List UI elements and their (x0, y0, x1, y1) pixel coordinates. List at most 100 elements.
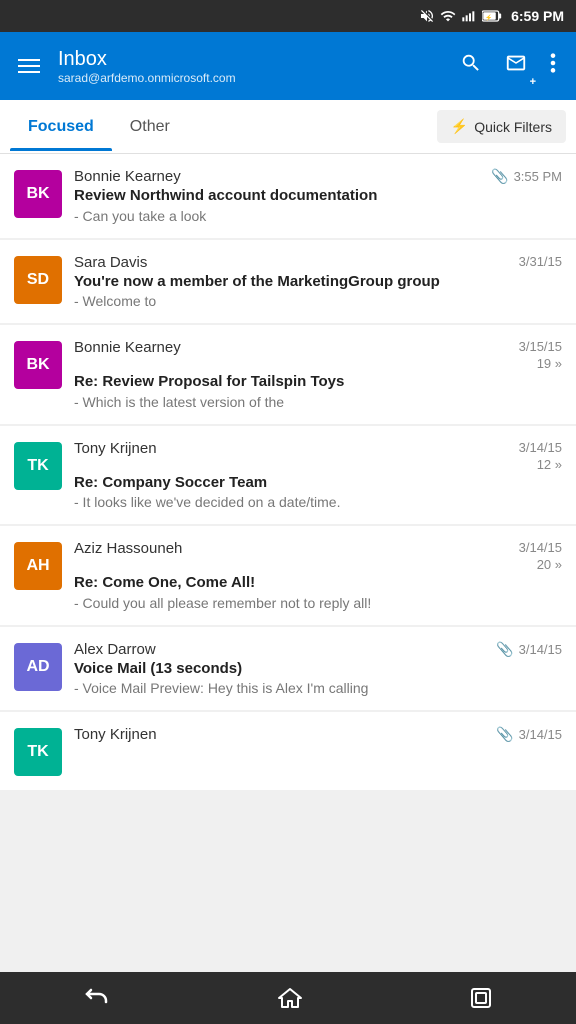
email-meta: 3/31/15 (519, 254, 562, 269)
email-body: Tony Krijnen 3/14/15 12 » Re: Company So… (74, 440, 562, 511)
svg-text:⚡: ⚡ (485, 13, 492, 21)
compose-button[interactable]: + (498, 46, 534, 86)
email-list: BK Bonnie Kearney 📎 3:55 PM Review North… (0, 154, 576, 972)
email-body: Bonnie Kearney 📎 3:55 PM Review Northwin… (74, 168, 562, 224)
search-button[interactable] (454, 46, 488, 86)
thread-count: 20 » (537, 557, 562, 572)
thread-meta: 3/14/15 12 » (519, 440, 562, 472)
email-sender: Sara Davis (74, 254, 147, 271)
email-body: Bonnie Kearney 3/15/15 19 » Re: Review P… (74, 339, 562, 410)
email-preview: - Welcome to (74, 293, 562, 309)
back-icon (83, 986, 111, 1010)
hamburger-icon (18, 65, 40, 67)
avatar: SD (14, 256, 62, 304)
header-actions: + (454, 46, 562, 86)
tab-other[interactable]: Other (112, 104, 188, 150)
email-item[interactable]: AD Alex Darrow 📎 3/14/15 Voice Mail (13 … (0, 627, 576, 711)
email-sender: Bonnie Kearney (74, 339, 181, 356)
thread-meta: 3/14/15 20 » (519, 540, 562, 572)
email-date: 3/14/15 (519, 642, 562, 657)
email-item[interactable]: SD Sara Davis 3/31/15 You're now a membe… (0, 240, 576, 324)
header-title-block: Inbox sarad@arfdemo.onmicrosoft.com (58, 47, 440, 85)
thread-count: 19 » (537, 356, 562, 371)
email-header-row: Bonnie Kearney 3/15/15 19 » (74, 339, 562, 371)
status-icons: ⚡ 6:59 PM (419, 8, 564, 24)
email-body: Tony Krijnen 📎 3/14/15 (74, 726, 562, 743)
thread-meta: 3/15/15 19 » (519, 339, 562, 371)
compose-icon (504, 52, 528, 74)
wifi-icon (440, 8, 456, 24)
email-header-row: Bonnie Kearney 📎 3:55 PM (74, 168, 562, 185)
email-date: 3/15/15 (519, 339, 562, 354)
email-preview: - Could you all please remember not to r… (74, 595, 562, 611)
email-sender: Alex Darrow (74, 641, 156, 658)
recents-button[interactable] (449, 978, 513, 1018)
status-time: 6:59 PM (511, 8, 564, 24)
tabs-bar: Focused Other ⚡ Quick Filters (0, 100, 576, 154)
email-header-row: Alex Darrow 📎 3/14/15 (74, 641, 562, 658)
email-item[interactable]: TK Tony Krijnen 3/14/15 12 » Re: Company… (0, 426, 576, 525)
email-date: 3/14/15 (519, 540, 562, 555)
email-header-row: Tony Krijnen 📎 3/14/15 (74, 726, 562, 743)
email-subject: Re: Come One, Come All! (74, 573, 562, 593)
compose-plus-icon: + (530, 76, 536, 88)
email-header-row: Sara Davis 3/31/15 (74, 254, 562, 271)
email-meta: 📎 3/14/15 (496, 726, 562, 743)
email-date: 3/14/15 (519, 440, 562, 455)
email-preview: - Can you take a look (74, 208, 562, 224)
avatar: BK (14, 341, 62, 389)
more-options-button[interactable] (544, 46, 562, 86)
email-preview: - Which is the latest version of the (74, 394, 562, 410)
avatar: AD (14, 643, 62, 691)
email-item[interactable]: BK Bonnie Kearney 📎 3:55 PM Review North… (0, 154, 576, 238)
email-body: Alex Darrow 📎 3/14/15 Voice Mail (13 sec… (74, 641, 562, 697)
signal-icon (461, 8, 477, 24)
account-email: sarad@arfdemo.onmicrosoft.com (58, 71, 440, 85)
avatar: TK (14, 442, 62, 490)
avatar: BK (14, 170, 62, 218)
email-preview: - Voice Mail Preview: Hey this is Alex I… (74, 680, 562, 696)
hamburger-icon (18, 71, 40, 73)
home-button[interactable] (257, 978, 323, 1018)
attachment-icon: 📎 (491, 168, 508, 185)
home-icon (277, 986, 303, 1010)
email-item[interactable]: BK Bonnie Kearney 3/15/15 19 » Re: Revie… (0, 325, 576, 424)
email-subject: Re: Review Proposal for Tailspin Toys (74, 372, 562, 392)
battery-icon: ⚡ (482, 9, 502, 23)
email-date: 3/31/15 (519, 254, 562, 269)
more-icon (550, 52, 556, 74)
email-sender: Bonnie Kearney (74, 168, 181, 185)
quick-filters-button[interactable]: ⚡ Quick Filters (437, 110, 566, 143)
attachment-icon: 📎 (496, 641, 513, 658)
email-sender: Aziz Hassouneh (74, 540, 182, 557)
status-bar: ⚡ 6:59 PM (0, 0, 576, 32)
avatar: AH (14, 542, 62, 590)
email-sender: Tony Krijnen (74, 726, 157, 743)
email-preview: - It looks like we've decided on a date/… (74, 494, 562, 510)
email-meta: 📎 3/14/15 (496, 641, 562, 658)
email-sender: Tony Krijnen (74, 440, 157, 457)
email-subject: Review Northwind account documentation (74, 186, 562, 206)
email-subject: Re: Company Soccer Team (74, 473, 562, 493)
bottom-navigation (0, 972, 576, 1024)
email-header-row: Aziz Hassouneh 3/14/15 20 » (74, 540, 562, 572)
thread-count: 12 » (537, 457, 562, 472)
app-header: Inbox sarad@arfdemo.onmicrosoft.com + (0, 32, 576, 100)
email-date: 3:55 PM (514, 169, 562, 184)
email-body: Aziz Hassouneh 3/14/15 20 » Re: Come One… (74, 540, 562, 611)
email-meta: 📎 3:55 PM (491, 168, 562, 185)
email-date: 3/14/15 (519, 727, 562, 742)
attachment-icon: 📎 (496, 726, 513, 743)
email-header-row: Tony Krijnen 3/14/15 12 » (74, 440, 562, 472)
email-item[interactable]: TK Tony Krijnen 📎 3/14/15 (0, 712, 576, 790)
hamburger-icon (18, 59, 40, 61)
email-body: Sara Davis 3/31/15 You're now a member o… (74, 254, 562, 310)
mute-icon (419, 8, 435, 24)
search-icon (460, 52, 482, 74)
email-item[interactable]: AH Aziz Hassouneh 3/14/15 20 » Re: Come … (0, 526, 576, 625)
recents-icon (469, 986, 493, 1010)
tab-focused[interactable]: Focused (10, 104, 112, 150)
quick-filters-label: Quick Filters (474, 119, 552, 135)
menu-button[interactable] (14, 55, 44, 77)
back-button[interactable] (63, 978, 131, 1018)
